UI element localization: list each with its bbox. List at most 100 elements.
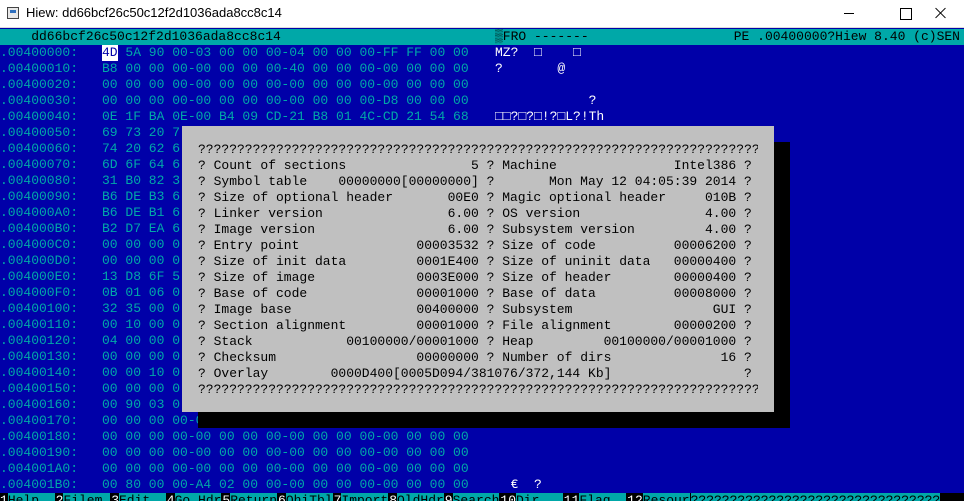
hex-bytes[interactable]: 00 00 00 00-00 00 00 00-00 00 00 00-00 0… xyxy=(102,445,469,461)
hex-bytes[interactable]: 0E 1F BA 0E-00 B4 09 CD-21 B8 01 4C-CD 2… xyxy=(102,109,469,125)
dialog-border-char: ? xyxy=(744,270,752,285)
fkey-number: 3 xyxy=(111,493,119,501)
fkey-label: Import xyxy=(341,493,389,501)
dialog-right-label: Subsystem version xyxy=(502,222,635,237)
hex-address: .00400010: xyxy=(0,61,79,76)
dialog-right-value: Mon May 12 04:05:39 2014 xyxy=(548,174,737,189)
hex-address: .00400050: xyxy=(0,125,79,140)
status-info: PE .00400000?Hiew 8.40 (c)SEN xyxy=(733,29,960,44)
dialog-left-value: 00003532 xyxy=(416,238,479,253)
hex-bytes[interactable]: 13 D8 6F 5 xyxy=(102,269,180,285)
hex-bytes[interactable]: 69 73 20 7 xyxy=(102,125,180,141)
fkey-number: 4 xyxy=(166,493,175,501)
dialog-border-char: ? xyxy=(744,174,752,189)
hex-bytes[interactable]: B6 DE B1 6 xyxy=(102,205,180,221)
dialog-border-char: ? xyxy=(198,286,206,301)
fkey-2[interactable]: 2Filem xyxy=(56,493,111,501)
hex-bytes[interactable]: 6D 6F 64 6 xyxy=(102,157,180,173)
fkey-12[interactable]: 12Resour xyxy=(627,493,690,501)
fkey-5[interactable]: 5Return xyxy=(222,493,278,501)
fkey-number: 1 xyxy=(0,493,8,501)
fkey-bar-tail: ???????????????????????????????? xyxy=(690,493,941,501)
fkey-11[interactable]: 11Flag xyxy=(563,493,627,501)
hex-bytes[interactable]: 00 00 00 0 xyxy=(102,381,180,397)
dialog-row: ? Size of image 0003E000? Size of header 000… xyxy=(198,270,758,286)
dialog-border-char: ? xyxy=(744,334,752,349)
hex-bytes[interactable]: 31 B0 82 3 xyxy=(102,173,180,189)
dialog-border-char: ? xyxy=(744,238,752,253)
dialog-border-char: ? xyxy=(744,190,752,205)
fkey-4[interactable]: 4Go Hdr xyxy=(167,493,222,501)
fkey-1[interactable]: 1Help xyxy=(0,493,55,501)
hex-bytes[interactable]: B8 00 00 00-00 00 00 00-40 00 00 00-00 0… xyxy=(102,61,469,77)
minimize-button[interactable] xyxy=(826,0,872,28)
dialog-border-char: ? xyxy=(198,254,206,269)
hex-bytes[interactable]: 00 00 00 00-00 00 00 00-00 00 00 00-00 0… xyxy=(102,77,469,93)
hex-address: .00400020: xyxy=(0,77,79,92)
hex-bytes[interactable]: 00 00 00 00-00 00 00 00-00 00 00 00-00 0… xyxy=(102,429,469,445)
hex-address: .00400060: xyxy=(0,141,79,156)
close-button[interactable] xyxy=(918,0,964,28)
hex-address: .004001B0: xyxy=(0,477,79,492)
hex-cursor[interactable]: 4D xyxy=(102,45,118,61)
hex-bytes[interactable]: 0B 01 06 0 xyxy=(102,285,180,301)
pe-header-dialog[interactable]: ????????????????????????????????????????… xyxy=(182,126,774,412)
fkey-3[interactable]: 3Edit xyxy=(111,493,166,501)
dialog-left-label: Linker version xyxy=(213,206,323,221)
hex-bytes[interactable]: 74 20 62 6 xyxy=(102,141,180,157)
dialog-right-value: 4.00 xyxy=(704,222,737,237)
fkey-label: OldHdr xyxy=(397,493,444,501)
hex-bytes[interactable]: 4D 5A 90 00-03 00 00 00-04 00 00 00-FF F… xyxy=(102,45,469,61)
dialog-border-char: ? xyxy=(486,190,495,205)
dialog-left-label: Entry point xyxy=(213,238,300,253)
hex-bytes[interactable]: 04 00 00 0 xyxy=(102,333,180,349)
fkey-7[interactable]: 7Import xyxy=(334,493,389,501)
fkey-9[interactable]: 9Search xyxy=(445,493,500,501)
hex-bytes[interactable]: 32 35 00 0 xyxy=(102,301,180,317)
hex-bytes[interactable]: 00 00 10 0 xyxy=(102,365,180,381)
dialog-row: ? Section alignment 00001000? File alignmen… xyxy=(198,318,758,334)
hex-address: .00400160: xyxy=(0,397,79,412)
dialog-left-label: Image base xyxy=(213,302,292,317)
hex-address: .004001A0: xyxy=(0,461,79,476)
dialog-border-char: ? xyxy=(744,206,752,221)
hex-bytes[interactable]: 00 00 00 0 xyxy=(102,237,180,253)
dialog-left-label: Stack xyxy=(213,334,253,349)
dialog-left-label: Count of sections xyxy=(213,158,347,173)
hex-address: .00400080: xyxy=(0,173,79,188)
dialog-right-value: GUI xyxy=(712,302,737,317)
dialog-border-char: ? xyxy=(198,318,206,333)
dialog-right-label: Magic optional header xyxy=(502,190,667,205)
dialog-border-char: ? xyxy=(486,350,495,365)
fkey-6[interactable]: 6OhiTbl xyxy=(278,493,333,501)
dialog-left-value: 00001000 xyxy=(416,286,479,301)
dialog-right-label: Size of header xyxy=(502,270,612,285)
fkey-number: 12 xyxy=(627,493,643,501)
hex-bytes[interactable]: 00 10 00 0 xyxy=(102,317,180,333)
fkey-label: Go Hdr xyxy=(174,493,222,501)
dialog-left-value: 00000000[00000000] xyxy=(338,174,479,189)
dialog-left-value: 00001000 xyxy=(416,318,479,333)
hex-bytes[interactable]: 00 90 03 0 xyxy=(102,397,180,413)
hex-bytes[interactable]: 00 80 00 00-A4 02 00 00-00 00 00 00-00 0… xyxy=(102,477,469,493)
hex-ascii: € ? xyxy=(495,477,542,492)
dialog-overlay-row: ? Overlay 0000D400[0005D094/381076/372,144… xyxy=(198,366,758,382)
dialog-left-value: 6.00 xyxy=(447,206,479,221)
hex-bytes[interactable]: B2 D7 EA 6 xyxy=(102,221,180,237)
dialog-border-char: ? xyxy=(198,302,206,317)
dialog-right-value: 00000200 xyxy=(673,318,737,333)
hex-bytes[interactable]: 00 00 00 0 xyxy=(102,253,180,269)
hex-address: .00400150: xyxy=(0,381,79,396)
hex-bytes[interactable]: 00 00 00 00-00 00 00 00-00 00 00 00-D8 0… xyxy=(102,93,469,109)
fkey-10[interactable]: 10Dir xyxy=(500,493,563,501)
fkey-number: 11 xyxy=(563,493,580,501)
hex-bytes[interactable]: B6 DE B3 6 xyxy=(102,189,180,205)
fkey-label: Edit xyxy=(119,493,166,501)
dialog-left-value: 00400000 xyxy=(416,302,479,317)
hex-bytes[interactable]: 00 00 00 00-00 00 00 00-00 00 00 00-00 0… xyxy=(102,461,469,477)
status-mode: ▒FRO ------- xyxy=(495,29,589,44)
hex-bytes[interactable]: 00 00 00 0 xyxy=(102,349,180,365)
dialog-border-char: ? xyxy=(198,190,206,205)
dialog-right-value: 00000400 xyxy=(673,254,737,269)
fkey-8[interactable]: 8OldHdr xyxy=(389,493,444,501)
